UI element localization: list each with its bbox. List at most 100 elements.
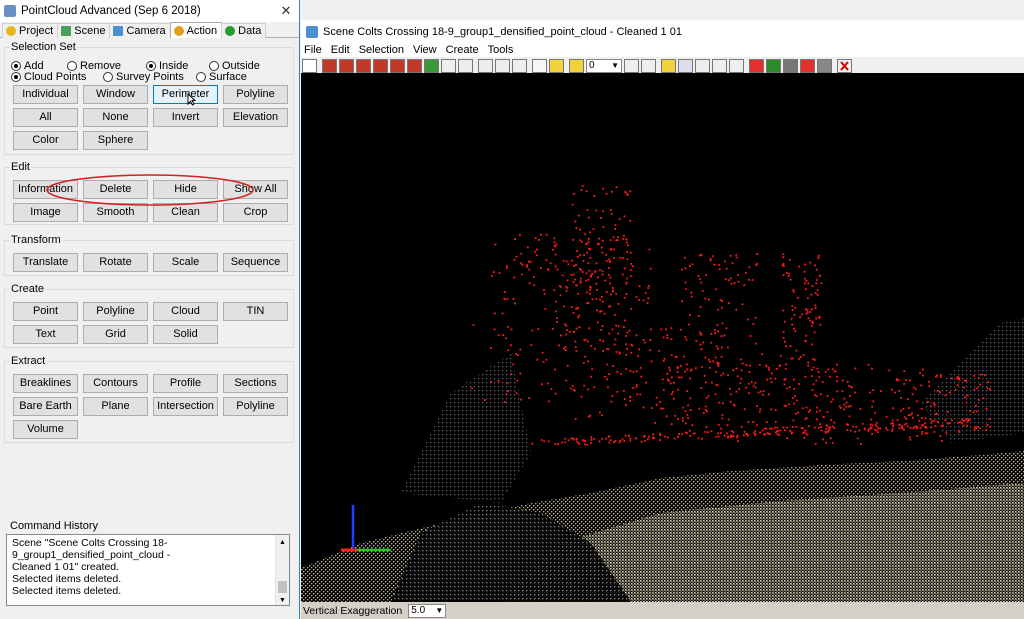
grid-button[interactable]: Grid: [83, 325, 148, 344]
intersection-button[interactable]: Intersection: [153, 397, 218, 416]
profile-view-icon[interactable]: [695, 58, 710, 73]
create-group: Create Point Polyline Cloud TIN Text Gri…: [4, 283, 294, 348]
contours-button[interactable]: Contours: [83, 374, 148, 393]
chart-icon[interactable]: [678, 58, 693, 73]
menu-edit[interactable]: Edit: [331, 44, 350, 56]
ruler-icon[interactable]: [549, 58, 564, 73]
slope-icon[interactable]: [729, 58, 744, 73]
tab-bar: Project Scene Camera Action Data: [0, 22, 299, 38]
text-button[interactable]: Text: [13, 325, 78, 344]
bare-earth-button[interactable]: Bare Earth: [13, 397, 78, 416]
radio-circle: [67, 61, 77, 71]
tree-icon[interactable]: [766, 58, 781, 73]
perspective-icon[interactable]: [441, 58, 456, 73]
zoom-window-icon[interactable]: [512, 58, 527, 73]
menu-create[interactable]: Create: [446, 44, 479, 56]
radio-label: Survey Points: [116, 71, 184, 83]
render-icon[interactable]: [641, 58, 656, 73]
menu-file[interactable]: File: [304, 44, 322, 56]
cloud-button[interactable]: Cloud: [153, 302, 218, 321]
cube-view-2-icon[interactable]: [339, 58, 354, 73]
tin-button[interactable]: TIN: [223, 302, 288, 321]
close-icon[interactable]: ✕: [277, 2, 295, 20]
tab-label: Action: [186, 24, 218, 37]
solid-button[interactable]: Solid: [153, 325, 218, 344]
plane-button[interactable]: Plane: [83, 397, 148, 416]
point-cloud-render[interactable]: [301, 73, 1024, 602]
menu-selection[interactable]: Selection: [359, 44, 404, 56]
close-scene-icon[interactable]: [837, 58, 852, 73]
command-history-box[interactable]: Scene "Scene Colts Crossing 18-9_group1_…: [6, 534, 290, 606]
tab-action[interactable]: Action: [169, 22, 223, 38]
radio-survey-points[interactable]: Survey Points: [103, 71, 184, 83]
invert-button[interactable]: Invert: [153, 108, 218, 127]
breaklines-button[interactable]: Breaklines: [13, 374, 78, 393]
volume-button[interactable]: Volume: [13, 420, 78, 439]
scene-title: Scene Colts Crossing 18-9_group1_densifi…: [323, 25, 682, 38]
selected-points: [471, 185, 992, 446]
radio-surface[interactable]: Surface: [196, 71, 247, 83]
up-arrow-icon[interactable]: [800, 58, 815, 73]
radio-cloud-points[interactable]: Cloud Points: [11, 71, 86, 83]
rotate-button[interactable]: Rotate: [83, 253, 148, 272]
glasses-icon[interactable]: [817, 58, 832, 73]
polyline-select-button[interactable]: Polyline: [223, 85, 288, 104]
sequence-button[interactable]: Sequence: [223, 253, 288, 272]
cube-view-3-icon[interactable]: [356, 58, 371, 73]
target-icon[interactable]: [749, 58, 764, 73]
point-button[interactable]: Point: [13, 302, 78, 321]
polyline-create-button[interactable]: Polyline: [83, 302, 148, 321]
snap-icon[interactable]: [624, 58, 639, 73]
tab-camera[interactable]: Camera: [109, 23, 171, 38]
vertical-exaggeration-select[interactable]: 5.0 ▼: [408, 603, 447, 618]
translate-button[interactable]: Translate: [13, 253, 78, 272]
cube-view-5-icon[interactable]: [390, 58, 405, 73]
sections-view-icon[interactable]: [712, 58, 727, 73]
history-line: Selected items deleted.: [12, 573, 122, 585]
history-line: Scene "Scene Colts Crossing 18-9_group1_…: [12, 537, 171, 561]
point-cloud-viewport[interactable]: [301, 73, 1024, 602]
list-icon[interactable]: [661, 58, 676, 73]
group-title: Extract: [10, 355, 47, 367]
text-icon[interactable]: [532, 58, 547, 73]
history-scrollbar[interactable]: ▲ ▼: [275, 535, 289, 605]
perimeter-button[interactable]: Perimeter: [153, 85, 218, 104]
transform-group: Transform Translate Rotate Scale Sequenc…: [4, 234, 294, 276]
scroll-down-icon[interactable]: ▼: [279, 595, 286, 605]
pan-icon[interactable]: [783, 58, 798, 73]
sphere-button[interactable]: Sphere: [83, 131, 148, 150]
window-button[interactable]: Window: [83, 85, 148, 104]
zoom-extents-icon[interactable]: [478, 58, 493, 73]
person-view-icon[interactable]: [424, 58, 439, 73]
none-button[interactable]: None: [83, 108, 148, 127]
scroll-thumb[interactable]: [278, 581, 287, 593]
cube-view-6-icon[interactable]: [407, 58, 422, 73]
scale-button[interactable]: Scale: [153, 253, 218, 272]
cube-view-1-icon[interactable]: [322, 58, 337, 73]
tab-label: Data: [238, 25, 262, 37]
tab-label: Camera: [126, 25, 166, 37]
orthographic-icon[interactable]: [458, 58, 473, 73]
profile-button[interactable]: Profile: [153, 374, 218, 393]
zoom-in-icon[interactable]: [495, 58, 510, 73]
individual-button[interactable]: Individual: [13, 85, 78, 104]
sections-button[interactable]: Sections: [223, 374, 288, 393]
menu-view[interactable]: View: [413, 44, 437, 56]
tab-data[interactable]: Data: [221, 23, 267, 38]
menu-tools[interactable]: Tools: [488, 44, 514, 56]
layers-icon[interactable]: [569, 58, 584, 73]
group-title: Selection Set: [10, 41, 77, 53]
cube-view-4-icon[interactable]: [373, 58, 388, 73]
scene-icon: [306, 25, 318, 38]
elevation-button[interactable]: Elevation: [223, 108, 288, 127]
tab-label: Scene: [74, 25, 106, 37]
layer-combo[interactable]: 0 ▼: [586, 58, 622, 73]
all-button[interactable]: All: [13, 108, 78, 127]
radio-circle: [209, 61, 219, 71]
tab-project[interactable]: Project: [2, 23, 59, 38]
scroll-up-icon[interactable]: ▲: [279, 537, 286, 549]
color-button[interactable]: Color: [13, 131, 78, 150]
polyline-extract-button[interactable]: Polyline: [223, 397, 288, 416]
panel-toggle-icon[interactable]: [302, 58, 317, 73]
tab-scene[interactable]: Scene: [57, 23, 111, 38]
